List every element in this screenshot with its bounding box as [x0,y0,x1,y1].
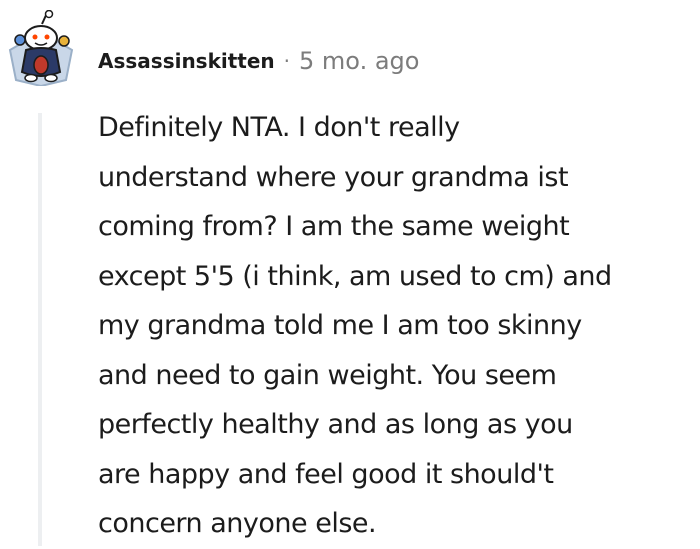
comment-body-line: Definitely NTA. I don't really [98,112,460,143]
author-link[interactable]: Assassinskitten [98,49,275,73]
comment-body-line: coming from? I am the same weight [98,211,570,242]
reddit-snoo-avatar-icon [8,9,74,88]
comment-body-line: are happy and feel good it should't [98,458,554,490]
comment-body-line: understand where your grandma ist [98,161,569,193]
comment-body-line: except 5'5 (i think, am used to cm) and [98,260,612,292]
user-avatar[interactable] [6,9,76,88]
comment: Assassinskitten · 5 mo. ago Definitely N… [0,0,700,546]
meta-separator: · [283,49,291,73]
comment-body: Definitely NTA. I don't really understan… [98,103,698,549]
comment-body-line: perfectly healthy and as long as you [98,409,573,440]
thread-collapse-line[interactable] [38,113,42,546]
comment-body-line: and need to gain weight. You seem [98,359,557,391]
comment-body-line: my grandma told me I am too skinny [98,310,582,341]
comment-timestamp[interactable]: 5 mo. ago [299,47,419,75]
comment-body-line: concern anyone else. [98,508,377,539]
comment-meta: Assassinskitten · 5 mo. ago [98,46,419,76]
